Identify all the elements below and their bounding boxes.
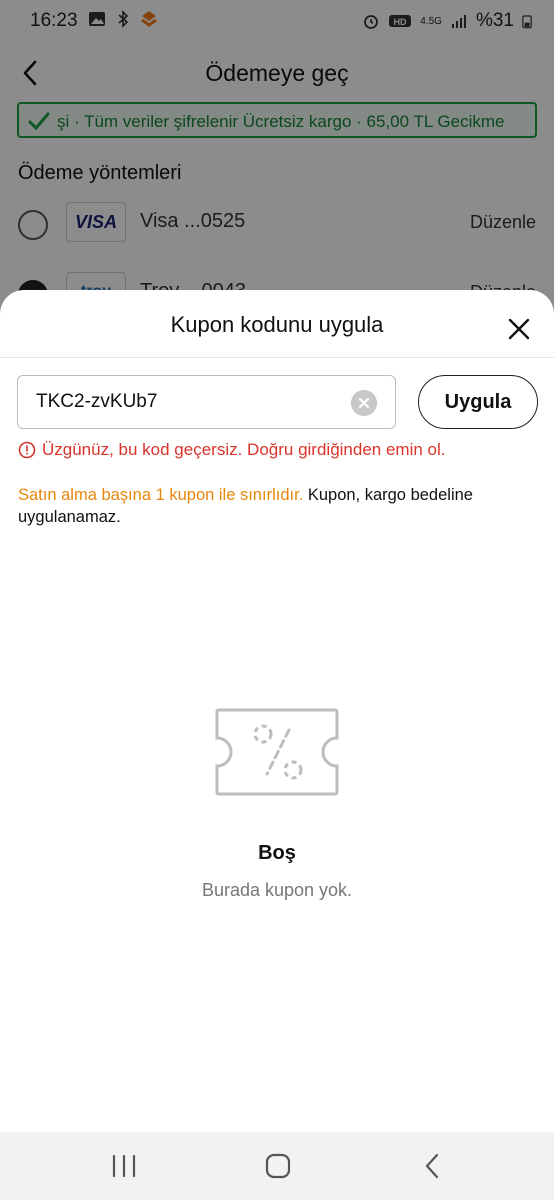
alert-circle-icon <box>18 441 36 459</box>
empty-state-title: Boş <box>258 842 296 864</box>
limit-note-highlight: Satın alma başına 1 kupon ile sınırlıdır… <box>18 486 304 504</box>
divider <box>0 357 554 358</box>
back-nav-icon[interactable] <box>418 1152 448 1180</box>
coupon-input-field[interactable] <box>17 375 396 429</box>
apply-coupon-button[interactable]: Uygula <box>418 375 538 429</box>
coupon-code-input[interactable] <box>36 386 336 418</box>
coupon-bottom-sheet: Kupon kodunu uygula Uygula Üzgünüz, bu k… <box>0 290 554 1132</box>
home-icon[interactable] <box>263 1152 293 1180</box>
coupon-ticket-icon <box>215 708 339 796</box>
coupon-limit-note: Satın alma başına 1 kupon ile sınırlıdır… <box>18 484 538 528</box>
empty-state-subtitle: Burada kupon yok. <box>201 880 353 900</box>
checkout-page-background: 16:23 HD 4.5G %31 Ödemeye geç şi · Tüm v… <box>0 0 554 330</box>
clear-input-icon[interactable] <box>351 390 377 416</box>
recent-apps-icon[interactable] <box>109 1152 139 1180</box>
coupon-error-message: Üzgünüz, bu kod geçersiz. Doğru girdiğin… <box>18 440 538 460</box>
close-icon[interactable] <box>504 314 534 344</box>
sheet-title: Kupon kodunu uygula <box>170 312 384 337</box>
error-text: Üzgünüz, bu kod geçersiz. Doğru girdiğin… <box>42 440 446 459</box>
system-nav-bar <box>0 1132 554 1200</box>
modal-scrim[interactable] <box>0 0 554 330</box>
